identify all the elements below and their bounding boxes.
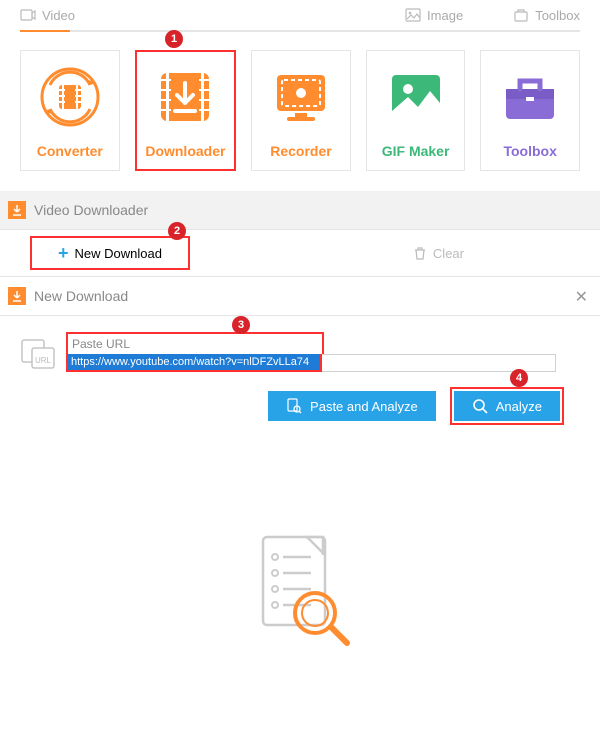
tab-image-label: Image xyxy=(427,8,463,23)
callout-2: 2 xyxy=(168,222,186,240)
tool-recorder-label: Recorder xyxy=(270,143,331,159)
tool-converter[interactable]: Converter xyxy=(20,50,120,171)
clear-button[interactable]: Clear xyxy=(387,240,490,267)
url-paste-icon: URL xyxy=(20,332,56,375)
tool-downloader[interactable]: Downloader xyxy=(135,50,237,171)
tool-toolbox[interactable]: Toolbox xyxy=(480,50,580,171)
tool-recorder[interactable]: Recorder xyxy=(251,50,351,171)
video-icon xyxy=(20,7,36,23)
section-new-download: New Download ✕ xyxy=(0,276,600,316)
tab-video[interactable]: Video xyxy=(20,7,75,23)
svg-text:URL: URL xyxy=(35,356,52,365)
section-title-1: Video Downloader xyxy=(34,202,148,218)
tab-video-label: Video xyxy=(42,8,75,23)
toolbox-icon xyxy=(500,67,560,127)
plus-icon: + xyxy=(58,244,69,262)
gifmaker-icon xyxy=(386,67,446,127)
tool-gifmaker[interactable]: GIF Maker xyxy=(366,50,466,171)
callout-1: 1 xyxy=(165,30,183,48)
clear-label: Clear xyxy=(433,246,464,261)
callout-4: 4 xyxy=(510,369,528,387)
converter-icon xyxy=(40,67,100,127)
image-icon xyxy=(405,7,421,23)
tab-toolbox-label: Toolbox xyxy=(535,8,580,23)
section-video-downloader: Video Downloader xyxy=(0,191,600,230)
analyze-button[interactable]: Analyze xyxy=(454,391,560,421)
paste-analyze-button[interactable]: Paste and Analyze xyxy=(268,391,436,421)
tab-image[interactable]: Image xyxy=(405,7,463,23)
downloader-icon xyxy=(155,67,215,127)
trash-icon xyxy=(413,246,427,260)
tool-toolbox-label: Toolbox xyxy=(503,143,556,159)
recorder-icon xyxy=(271,67,331,127)
new-download-label: New Download xyxy=(75,246,162,261)
search-icon xyxy=(472,398,488,414)
tool-converter-label: Converter xyxy=(37,143,103,159)
tool-downloader-label: Downloader xyxy=(145,143,225,159)
url-input[interactable]: https://www.youtube.com/watch?v=nlDFZvLL… xyxy=(68,354,320,370)
toolbox-tab-icon xyxy=(513,7,529,23)
new-download-button[interactable]: + New Download xyxy=(30,236,190,270)
download-badge-icon-2 xyxy=(8,287,26,305)
tab-toolbox[interactable]: Toolbox xyxy=(513,7,580,23)
download-badge-icon xyxy=(8,201,26,219)
tool-gifmaker-label: GIF Maker xyxy=(382,143,450,159)
url-hint: Paste URL xyxy=(72,337,130,351)
callout-3: 3 xyxy=(232,316,250,334)
paste-analyze-label: Paste and Analyze xyxy=(310,399,418,414)
empty-state-illustration xyxy=(0,431,600,681)
section-title-2: New Download xyxy=(34,288,128,304)
analyze-label: Analyze xyxy=(496,399,542,414)
paste-search-icon xyxy=(286,398,302,414)
close-button[interactable]: ✕ xyxy=(575,287,588,307)
